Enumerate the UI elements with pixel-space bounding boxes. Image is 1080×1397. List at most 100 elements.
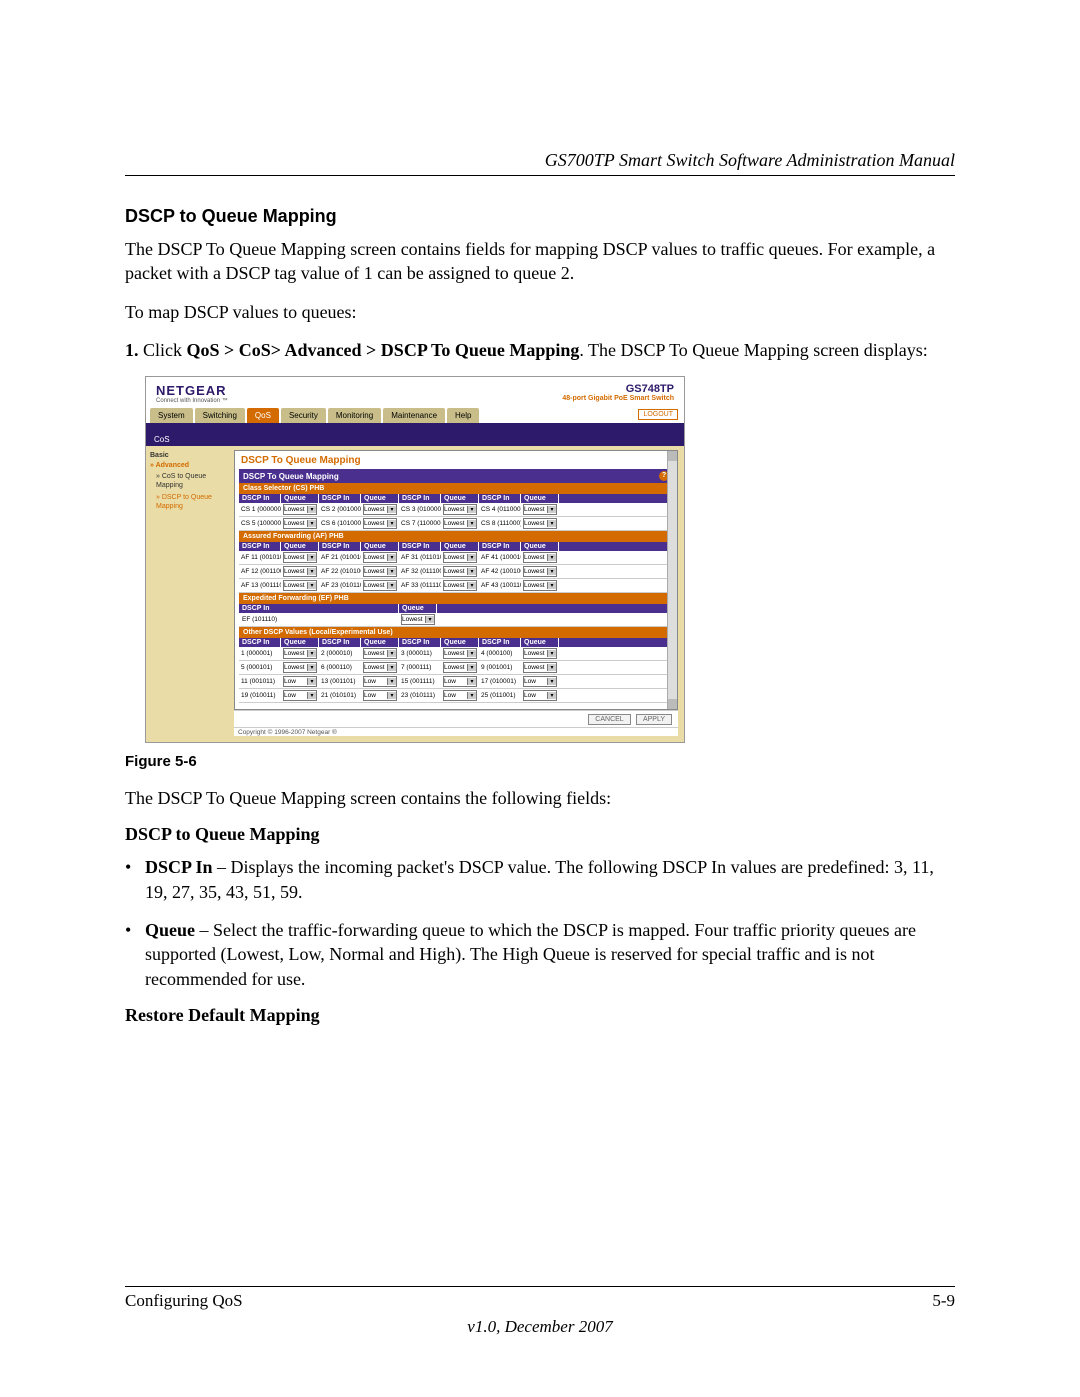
queue-select[interactable]: Low▾ — [521, 689, 559, 702]
queue-select[interactable]: Lowest▾ — [521, 661, 559, 674]
chevron-down-icon: ▾ — [467, 678, 476, 685]
table-row: AF 11 (001010)Lowest▾AF 21 (010010)Lowes… — [239, 551, 673, 565]
queue-select[interactable]: Lowest▾ — [281, 551, 319, 564]
tab-monitoring[interactable]: Monitoring — [328, 408, 381, 423]
chevron-down-icon: ▾ — [547, 678, 556, 685]
queue-select[interactable]: Lowest▾ — [441, 647, 479, 660]
cs-header-row: DSCP InQueue DSCP InQueue DSCP InQueue D… — [239, 494, 673, 503]
queue-select[interactable]: Lowest▾ — [361, 647, 399, 660]
queue-select[interactable]: Low▾ — [361, 675, 399, 688]
queue-select[interactable]: Lowest▾ — [521, 503, 559, 516]
queue-select[interactable]: Lowest▾ — [361, 661, 399, 674]
queue-select[interactable]: Lowest▾ — [361, 551, 399, 564]
dscp-label: AF 12 (001100) — [239, 567, 281, 576]
queue-select[interactable]: Lowest▾ — [441, 503, 479, 516]
queue-select[interactable]: Lowest▾ — [441, 517, 479, 530]
footer-rule — [125, 1286, 955, 1287]
chevron-down-icon: ▾ — [307, 692, 316, 699]
nav-basic[interactable]: Basic — [150, 452, 230, 459]
ef-label: EF (101110) — [239, 615, 399, 624]
scrollbar-vertical[interactable] — [667, 451, 677, 709]
nav-advanced[interactable]: » Advanced — [150, 462, 230, 469]
chevron-down-icon: ▾ — [547, 554, 556, 561]
queue-select[interactable]: Lowest▾ — [281, 503, 319, 516]
queue-select[interactable]: Lowest▾ — [521, 647, 559, 660]
queue-select[interactable]: Lowest▾ — [361, 503, 399, 516]
queue-select[interactable]: Lowest▾ — [361, 517, 399, 530]
tab-system[interactable]: System — [150, 408, 193, 423]
embedded-screenshot: NETGEAR Connect with Innovation ™ GS748T… — [145, 376, 685, 743]
tab-maintenance[interactable]: Maintenance — [383, 408, 445, 423]
scroll-down-icon[interactable] — [668, 699, 677, 709]
bullet-queue-text: – Select the traffic-forwarding queue to… — [145, 920, 916, 989]
table-row: 5 (000101)Lowest▾6 (000110)Lowest▾7 (000… — [239, 661, 673, 675]
panel-heading: DSCP To Queue Mapping — [241, 455, 673, 466]
dscp-label: AF 42 (100100) — [479, 567, 521, 576]
col-dscp: DSCP In — [479, 542, 521, 551]
bullet-dscp-label: DSCP In — [145, 857, 213, 877]
col-queue: Queue — [521, 542, 559, 551]
model-description: 48-port Gigabit PoE Smart Switch — [562, 395, 674, 402]
bullet-queue-label: Queue — [145, 920, 195, 940]
tab-switching[interactable]: Switching — [195, 408, 245, 423]
queue-select[interactable]: Lowest▾ — [521, 579, 559, 592]
col-dscp: DSCP In — [319, 638, 361, 647]
chevron-down-icon: ▾ — [467, 692, 476, 699]
queue-select[interactable]: Low▾ — [281, 675, 319, 688]
step-1: 1. Click QoS > CoS> Advanced > DSCP To Q… — [145, 338, 955, 362]
chevron-down-icon: ▾ — [387, 554, 396, 561]
queue-select[interactable]: Lowest▾ — [281, 661, 319, 674]
footer-page-number: 5-9 — [932, 1291, 955, 1311]
step-text-pre: Click — [143, 340, 187, 360]
chevron-down-icon: ▾ — [387, 568, 396, 575]
cancel-button[interactable]: CANCEL — [588, 714, 630, 725]
queue-select[interactable]: Lowest▾ — [441, 579, 479, 592]
queue-select[interactable]: Lowest▾ — [521, 565, 559, 578]
page-footer: Configuring QoS 5-9 — [125, 1291, 955, 1311]
queue-select[interactable]: Low▾ — [281, 689, 319, 702]
col-dscp: DSCP In — [399, 638, 441, 647]
logout-button[interactable]: LOGOUT — [638, 409, 678, 420]
queue-select[interactable]: Low▾ — [521, 675, 559, 688]
queue-select[interactable]: Lowest▾ — [281, 647, 319, 660]
bullet-dscp-in: • DSCP In – Displays the incoming packet… — [145, 855, 955, 904]
queue-select[interactable]: Lowest▾ — [281, 579, 319, 592]
section-cs-header: Class Selector (CS) PHB — [239, 483, 673, 494]
chevron-down-icon: ▾ — [307, 520, 316, 527]
dscp-label: AF 31 (011010) — [399, 553, 441, 562]
col-dscp: DSCP In — [319, 542, 361, 551]
ef-queue-select[interactable]: Lowest▾ — [399, 613, 437, 626]
chevron-down-icon: ▾ — [467, 520, 476, 527]
chevron-down-icon: ▾ — [307, 568, 316, 575]
queue-select[interactable]: Lowest▾ — [281, 517, 319, 530]
lead-in: To map DSCP values to queues: — [125, 300, 955, 324]
ef-header-row: DSCP In Queue — [239, 604, 673, 613]
queue-select[interactable]: Lowest▾ — [441, 661, 479, 674]
queue-select[interactable]: Lowest▾ — [281, 565, 319, 578]
queue-select[interactable]: Lowest▾ — [361, 579, 399, 592]
dscp-label: CS 8 (111000) — [479, 519, 521, 528]
side-nav: Basic » Advanced » CoS to Queue Mapping … — [146, 446, 234, 742]
tab-security[interactable]: Security — [281, 408, 326, 423]
queue-select[interactable]: Lowest▾ — [521, 551, 559, 564]
tab-help[interactable]: Help — [447, 408, 479, 423]
footer-version: v1.0, December 2007 — [125, 1317, 955, 1337]
queue-select[interactable]: Low▾ — [441, 675, 479, 688]
dscp-label: 13 (001101) — [319, 677, 361, 686]
nav-cos-to-queue[interactable]: » CoS to Queue Mapping — [156, 472, 230, 490]
queue-select[interactable]: Lowest▾ — [441, 551, 479, 564]
dscp-label: 25 (011001) — [479, 691, 521, 700]
queue-select[interactable]: Lowest▾ — [521, 517, 559, 530]
queue-select[interactable]: Lowest▾ — [361, 565, 399, 578]
chevron-down-icon: ▾ — [307, 506, 316, 513]
apply-button[interactable]: APPLY — [636, 714, 672, 725]
queue-select[interactable]: Low▾ — [361, 689, 399, 702]
tab-qos[interactable]: QoS — [247, 408, 279, 423]
queue-select[interactable]: Low▾ — [441, 689, 479, 702]
chevron-down-icon: ▾ — [467, 650, 476, 657]
queue-select[interactable]: Lowest▾ — [441, 565, 479, 578]
nav-dscp-to-queue[interactable]: » DSCP to Queue Mapping — [156, 493, 230, 511]
chevron-down-icon: ▾ — [547, 568, 556, 575]
scroll-up-icon[interactable] — [668, 451, 677, 461]
col-queue: Queue — [521, 494, 559, 503]
